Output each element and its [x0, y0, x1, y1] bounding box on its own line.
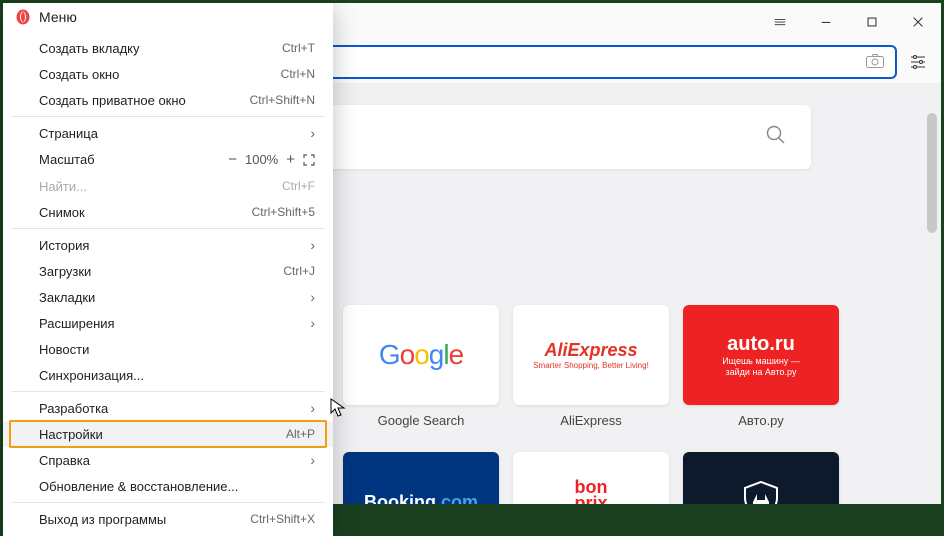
booking-logo: Booking.com — [364, 492, 478, 505]
tile-label: Google Search — [378, 413, 465, 428]
google-logo: Google — [379, 339, 463, 371]
tile-google[interactable]: Google Google Search — [343, 305, 499, 428]
zoom-value: 100% — [245, 152, 278, 167]
menu-separator — [11, 391, 325, 392]
zoom-in-button[interactable]: + — [286, 151, 295, 168]
menu-item-new-private-window[interactable]: Создать приватное окноCtrl+Shift+N — [3, 87, 333, 113]
menu-item-downloads[interactable]: ЗагрузкиCtrl+J — [3, 258, 333, 284]
tile-label: Авто.ру — [738, 413, 784, 428]
menu-item-exit[interactable]: Выход из программыCtrl+Shift+X — [3, 506, 333, 532]
menu-item-extensions[interactable]: Расширения› — [3, 310, 333, 336]
menu-item-sync[interactable]: Синхронизация... — [3, 362, 333, 388]
menu-separator — [11, 228, 325, 229]
chevron-right-icon: › — [310, 237, 315, 253]
menu-separator — [11, 502, 325, 503]
menu-item-find: Найти...Ctrl+F — [3, 173, 333, 199]
tile-bonprix[interactable]: bonprix it's me! Bonprix — [513, 452, 669, 504]
tile-label: AliExpress — [560, 413, 621, 428]
menu-item-developer[interactable]: Разработка› — [3, 395, 333, 421]
bonprix-logo: bonprix it's me! — [568, 479, 615, 504]
tile-booking[interactable]: Booking.com Бронирование оте… — [343, 452, 499, 504]
menu-item-help[interactable]: Справка› — [3, 447, 333, 473]
tile-world-of-warships[interactable]: World of Warships — [683, 452, 839, 504]
menu-header: Меню — [3, 3, 333, 35]
window-controls — [757, 3, 941, 41]
maximize-button[interactable] — [849, 3, 895, 41]
opera-logo-icon — [15, 9, 31, 25]
menu-title: Меню — [39, 9, 77, 25]
menu-item-new-tab[interactable]: Создать вкладкуCtrl+T — [3, 35, 333, 61]
aliexpress-logo: AliExpress Smarter Shopping, Better Livi… — [533, 340, 649, 370]
menu-item-page[interactable]: Страница› — [3, 120, 333, 146]
main-menu: Меню Создать вкладкуCtrl+T Создать окноC… — [3, 3, 333, 536]
close-button[interactable] — [895, 3, 941, 41]
menu-separator — [11, 116, 325, 117]
wows-logo — [739, 478, 783, 505]
auto-ru-logo: auto.ru Ищешь машину —зайди на Авто.ру — [683, 305, 839, 405]
chevron-right-icon: › — [310, 452, 315, 468]
minimize-button[interactable] — [803, 3, 849, 41]
tile-aliexpress[interactable]: AliExpress Smarter Shopping, Better Livi… — [513, 305, 669, 428]
menu-item-bookmarks[interactable]: Закладки› — [3, 284, 333, 310]
menu-item-snapshot[interactable]: СнимокCtrl+Shift+5 — [3, 199, 333, 225]
camera-icon[interactable] — [865, 53, 885, 72]
menu-item-history[interactable]: История› — [3, 232, 333, 258]
menu-item-update[interactable]: Обновление & восстановление... — [3, 473, 333, 499]
zoom-out-button[interactable]: − — [228, 151, 237, 168]
chevron-right-icon: › — [310, 400, 315, 416]
fullscreen-icon[interactable] — [303, 154, 315, 166]
scrollbar-thumb[interactable] — [927, 113, 937, 233]
easy-setup-icon[interactable] — [905, 53, 931, 71]
search-icon — [765, 124, 787, 151]
tile-auto-ru[interactable]: auto.ru Ищешь машину —зайди на Авто.ру А… — [683, 305, 839, 428]
menu-item-settings[interactable]: НастройкиAlt+P — [3, 421, 333, 447]
scrollbar[interactable] — [927, 113, 937, 496]
chevron-right-icon: › — [310, 315, 315, 331]
chevron-right-icon: › — [310, 125, 315, 141]
easy-setup-button[interactable] — [757, 3, 803, 41]
menu-item-zoom[interactable]: Масштаб − 100% + — [3, 146, 333, 173]
menu-item-new-window[interactable]: Создать окноCtrl+N — [3, 61, 333, 87]
menu-item-news[interactable]: Новости — [3, 336, 333, 362]
chevron-right-icon: › — [310, 289, 315, 305]
speed-dial-tiles: Google Google Search AliExpress Smarter … — [343, 305, 839, 504]
